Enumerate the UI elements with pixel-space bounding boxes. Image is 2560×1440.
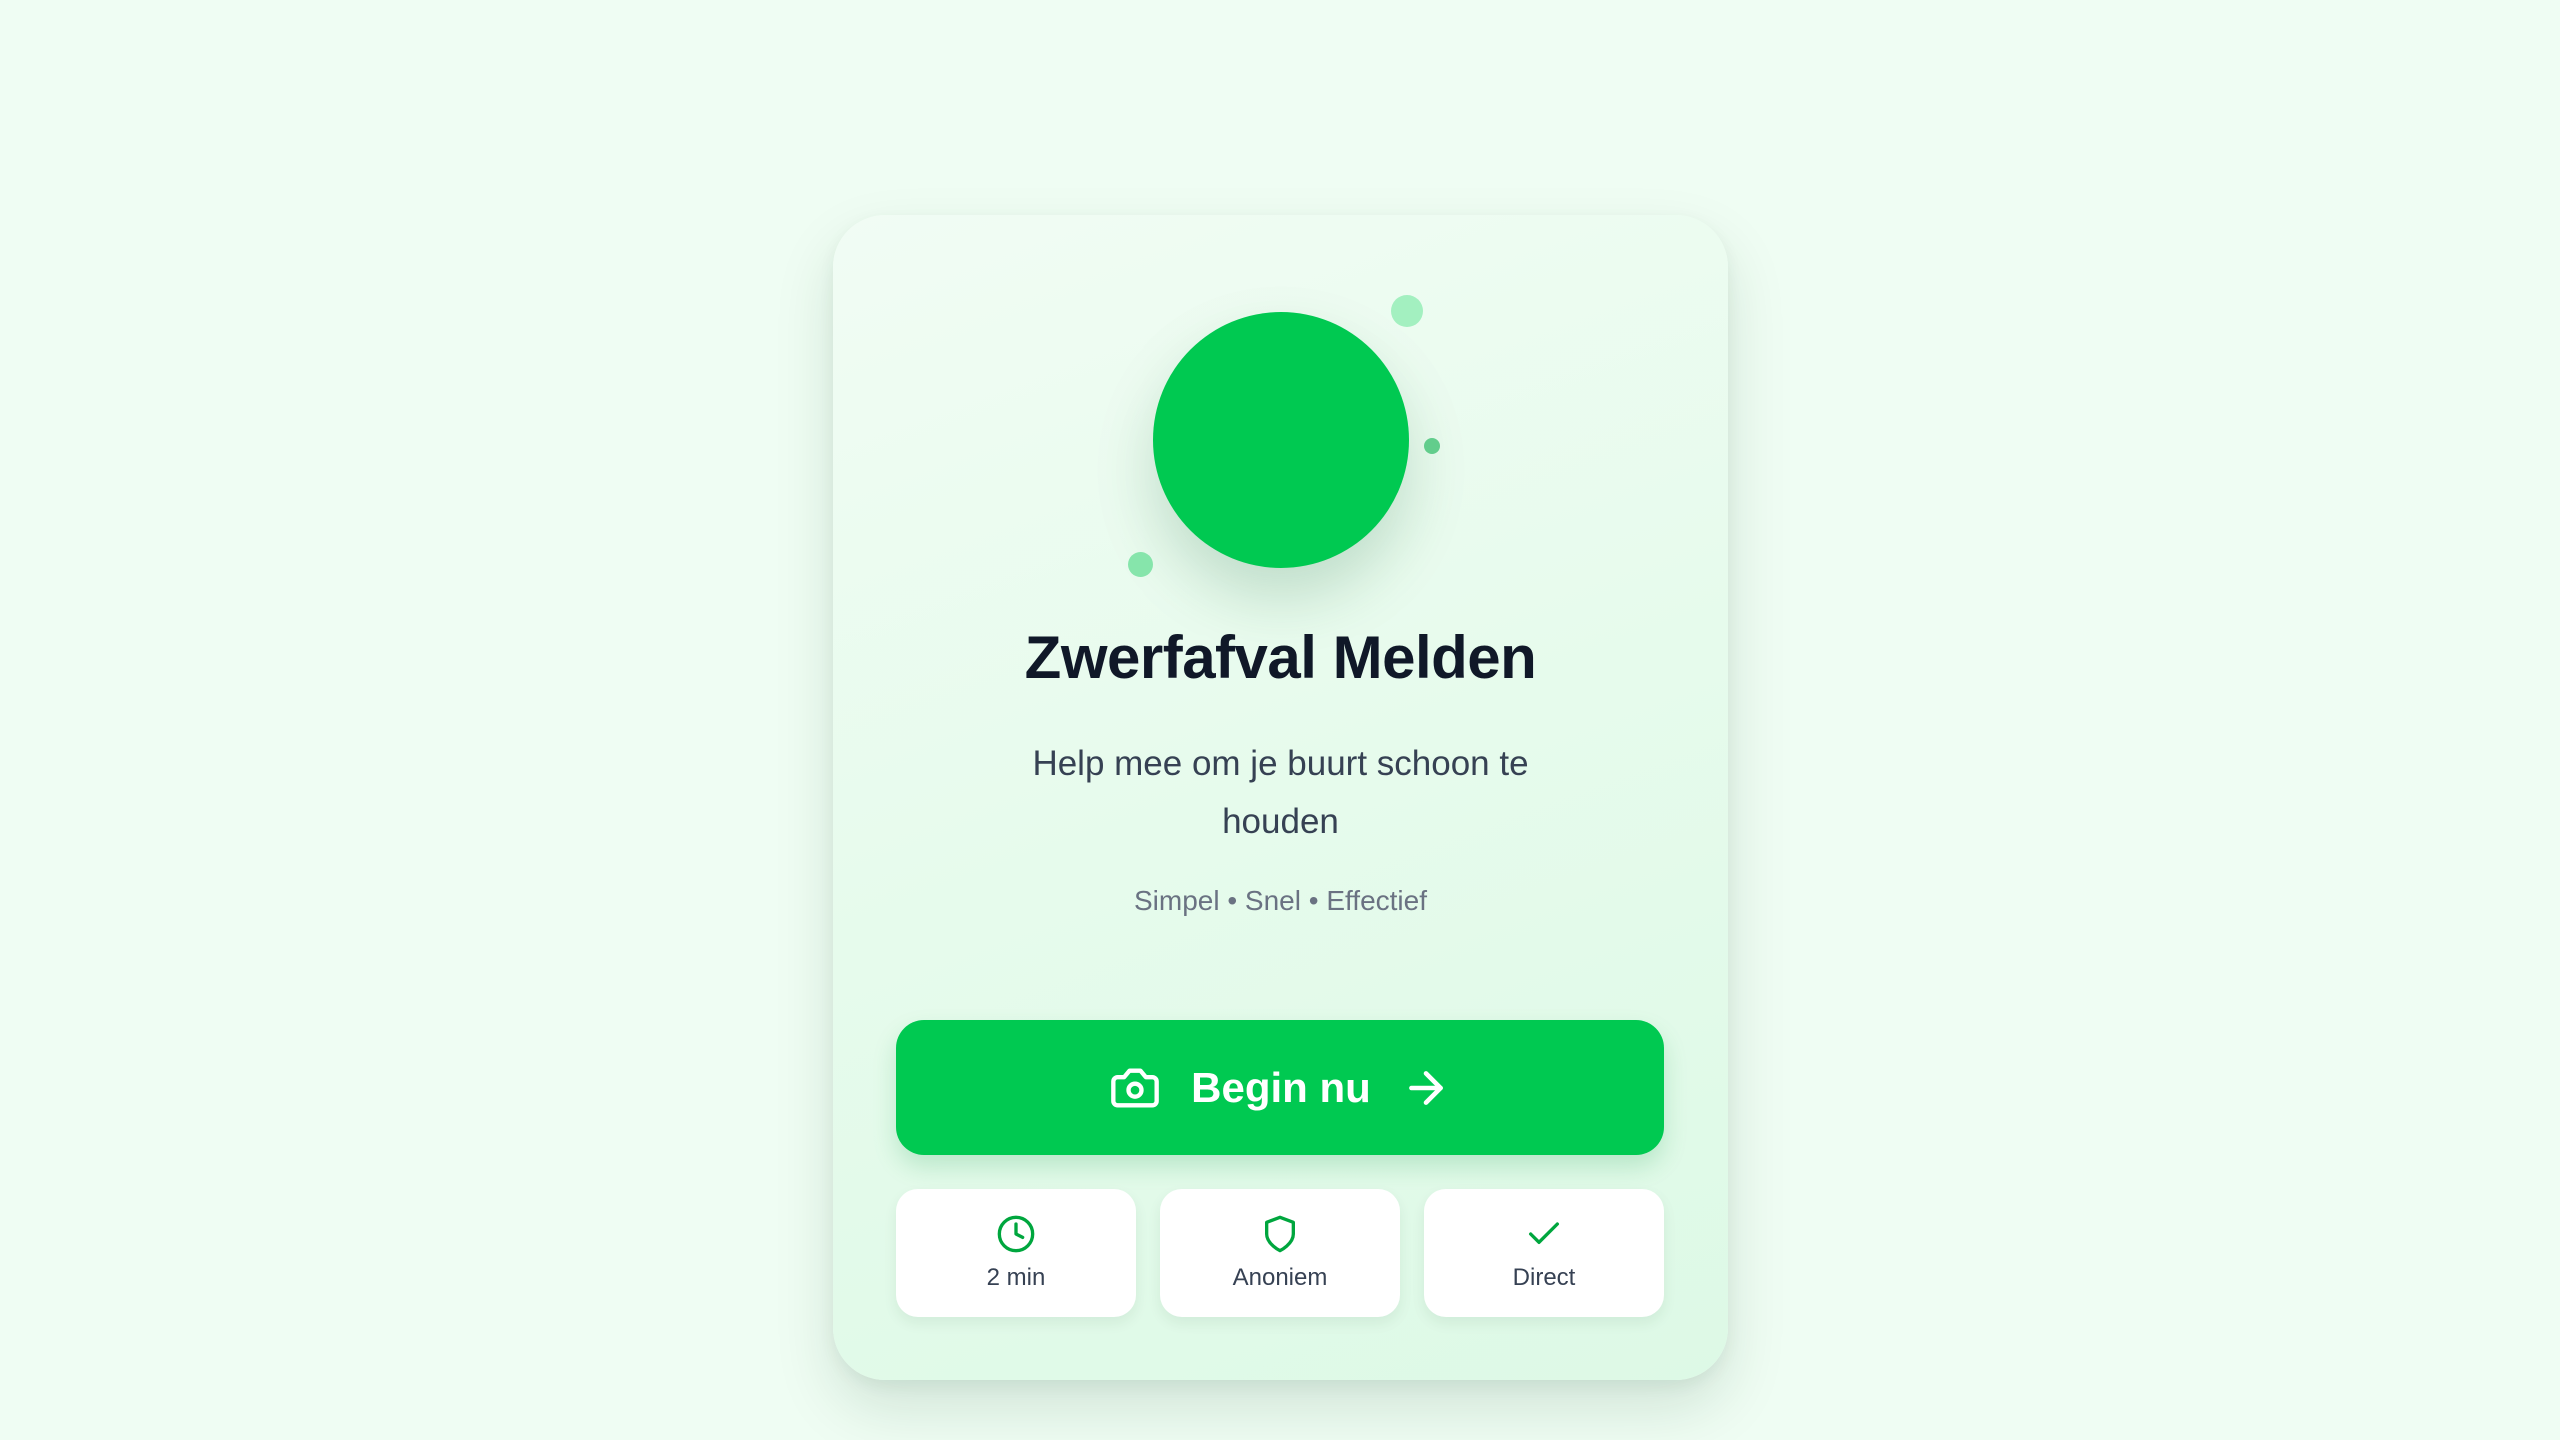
hero-circle: [1153, 312, 1409, 568]
shield-icon: [1260, 1214, 1300, 1254]
clock-icon: [996, 1214, 1036, 1254]
feature-label: 2 min: [986, 1264, 1046, 1291]
decorative-dot: [1424, 438, 1440, 454]
check-icon: [1524, 1214, 1564, 1254]
arrow-right-icon: [1401, 1063, 1451, 1113]
feature-anonymous: Anoniem: [1160, 1189, 1400, 1317]
tagline: Simpel • Snel • Effectief: [1133, 885, 1427, 916]
begin-button[interactable]: Begin nu: [896, 1020, 1664, 1155]
page-title: Zwerfafval Melden: [1024, 624, 1537, 691]
feature-label: Direct: [1512, 1264, 1576, 1291]
begin-button-label: Begin nu: [1191, 1063, 1371, 1111]
feature-direct: Direct: [1424, 1189, 1664, 1317]
feature-duration: 2 min: [896, 1189, 1136, 1317]
camera-icon: [1109, 1062, 1161, 1114]
decorative-dot: [1391, 295, 1423, 327]
feature-label: Anoniem: [1232, 1264, 1328, 1291]
welcome-card: Zwerfafval Melden Help mee om je buurt s…: [833, 215, 1728, 1380]
decorative-dot: [1128, 552, 1153, 577]
page-subtitle: Help mee om je buurt schoon te houden: [1032, 744, 1529, 841]
